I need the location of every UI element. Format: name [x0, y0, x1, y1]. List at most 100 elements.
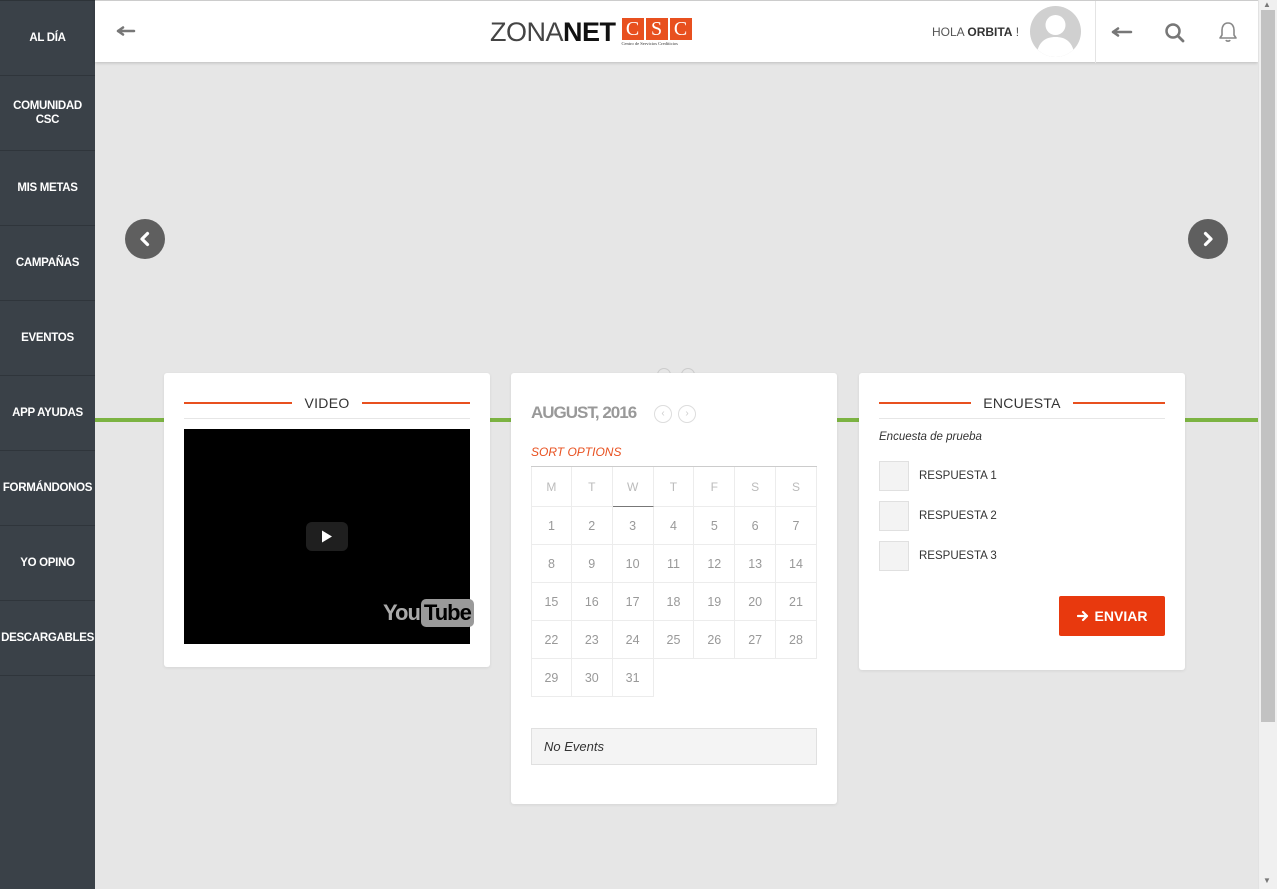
sidebar-item-yo-opino[interactable]: YO OPINO	[0, 526, 95, 601]
sidebar-item-descargables[interactable]: DESCARGABLES	[0, 601, 95, 676]
calendar-week-row: 15 16 17 18 19 20 21	[531, 583, 817, 621]
calendar-day[interactable]: 15	[531, 583, 572, 621]
calendar-day[interactable]: 17	[612, 583, 654, 621]
survey-option-1[interactable]: RESPUESTA 1	[879, 461, 997, 491]
youtube-video-player[interactable]: You Tube	[184, 429, 474, 644]
survey-option-checkbox[interactable]	[879, 501, 909, 531]
weekday-header: F	[694, 467, 736, 507]
page-scrollbar[interactable]: ▲ ▼	[1258, 0, 1277, 889]
greeting-prefix: HOLA	[932, 25, 965, 39]
youtube-logo[interactable]: You Tube	[383, 599, 474, 627]
calendar-week-row: 29 30 31	[531, 659, 817, 697]
scrollbar-thumb[interactable]	[1261, 10, 1275, 722]
calendar-day[interactable]: 4	[653, 507, 695, 545]
calendar-day[interactable]: 30	[571, 659, 613, 697]
bell-icon	[1219, 22, 1237, 42]
slider-prev-button[interactable]	[125, 219, 165, 259]
calendar-day[interactable]: 9	[571, 545, 613, 583]
sidebar-item-comunidad-csc[interactable]: COMUNIDAD CSC	[0, 76, 95, 151]
calendar-day[interactable]: 27	[735, 621, 777, 659]
calendar-empty-cell	[694, 659, 735, 697]
slider-next-button[interactable]	[1188, 219, 1228, 259]
calendar-day[interactable]: 5	[694, 507, 736, 545]
calendar-day[interactable]: 10	[612, 545, 654, 583]
submit-survey-button[interactable]: ENVIAR	[1059, 596, 1165, 636]
zonanet-logo[interactable]: ZONA NET C S C Centro de Servicios Credi…	[490, 15, 694, 49]
youtube-logo-you: You	[383, 600, 421, 625]
calendar-day[interactable]: 16	[571, 583, 613, 621]
sidebar-item-eventos[interactable]: EVENTOS	[0, 301, 95, 376]
calendar-card: AUGUST, 2016 ‹ › SORT OPTIONS M T W T F …	[511, 373, 837, 804]
calendar-day[interactable]: 26	[694, 621, 736, 659]
calendar-day[interactable]: 31	[612, 659, 654, 697]
calendar-day[interactable]: 3	[612, 507, 654, 545]
top-header: ZONA NET C S C Centro de Servicios Credi…	[95, 0, 1258, 63]
notifications-button[interactable]	[1216, 19, 1240, 45]
calendar-day[interactable]: 6	[735, 507, 777, 545]
scroll-down-icon[interactable]: ▼	[1263, 876, 1271, 885]
survey-option-checkbox[interactable]	[879, 461, 909, 491]
user-greeting: HOLA ORBITA !	[932, 25, 1019, 39]
calendar-prev-month-button[interactable]: ‹	[654, 405, 672, 423]
weekday-header: T	[653, 467, 695, 507]
calendar-day[interactable]: 8	[531, 545, 572, 583]
video-play-button[interactable]	[306, 522, 348, 551]
calendar-day[interactable]: 24	[612, 621, 654, 659]
avatar[interactable]	[1030, 6, 1081, 57]
calendar-day[interactable]: 12	[694, 545, 736, 583]
no-events-message: No Events	[531, 728, 817, 765]
sidebar-item-mis-metas[interactable]: MIS METAS	[0, 151, 95, 226]
survey-option-2[interactable]: RESPUESTA 2	[879, 501, 997, 531]
scroll-up-icon[interactable]: ▲	[1263, 0, 1271, 9]
sidebar-item-label: AL DÍA	[29, 32, 66, 44]
calendar-day[interactable]: 21	[776, 583, 817, 621]
sidebar-item-campanas[interactable]: CAMPAÑAS	[0, 226, 95, 301]
calendar-empty-cell	[735, 659, 776, 697]
calendar-day[interactable]: 25	[653, 621, 695, 659]
search-button[interactable]	[1163, 19, 1187, 45]
csc-letter: C	[669, 18, 692, 40]
arrow-right-icon	[1076, 610, 1088, 622]
calendar-day[interactable]: 13	[735, 545, 777, 583]
survey-option-checkbox[interactable]	[879, 541, 909, 571]
search-icon	[1165, 23, 1185, 43]
collapse-sidebar-button[interactable]	[115, 19, 137, 43]
chevron-left-icon: ‹	[661, 408, 665, 419]
calendar-day[interactable]: 23	[571, 621, 613, 659]
video-card-title: VIDEO	[304, 394, 350, 411]
survey-question: Encuesta de prueba	[879, 431, 982, 443]
arrow-left-icon	[116, 26, 136, 36]
calendar-day[interactable]: 2	[571, 507, 613, 545]
calendar-weekday-row: M T W T F S S	[531, 467, 817, 507]
calendar-day[interactable]: 19	[694, 583, 736, 621]
youtube-logo-tube: Tube	[420, 599, 474, 627]
sidebar-item-label: YO OPINO	[20, 557, 75, 569]
sort-options-link[interactable]: SORT OPTIONS	[531, 445, 621, 459]
submit-survey-label: ENVIAR	[1094, 608, 1148, 624]
sidebar-item-formandonos[interactable]: FORMÁNDONOS	[0, 451, 95, 526]
calendar-day[interactable]: 28	[776, 621, 817, 659]
calendar-day[interactable]: 7	[776, 507, 817, 545]
calendar-day[interactable]: 20	[735, 583, 777, 621]
calendar-day[interactable]: 11	[653, 545, 695, 583]
survey-card: ENCUESTA Encuesta de prueba RESPUESTA 1 …	[859, 373, 1185, 670]
weekday-header: S	[735, 467, 777, 507]
calendar-day[interactable]: 22	[531, 621, 572, 659]
calendar-next-month-button[interactable]: ›	[678, 405, 696, 423]
weekday-header: T	[571, 467, 613, 507]
logo-net-text: NET	[563, 17, 616, 47]
survey-option-3[interactable]: RESPUESTA 3	[879, 541, 997, 571]
chevron-left-icon	[140, 231, 150, 247]
sidebar-item-al-dia[interactable]: AL DÍA	[0, 1, 95, 76]
header-divider	[1095, 1, 1096, 63]
calendar-day[interactable]: 1	[531, 507, 572, 545]
sidebar-item-app-ayudas[interactable]: APP AYUDAS	[0, 376, 95, 451]
calendar-day[interactable]: 14	[776, 545, 817, 583]
sidebar-item-label: MIS METAS	[17, 182, 78, 194]
calendar-day[interactable]: 29	[531, 659, 572, 697]
calendar-day[interactable]: 18	[653, 583, 695, 621]
sidebar-item-label: DESCARGABLES	[1, 632, 94, 644]
survey-card-title: ENCUESTA	[983, 394, 1061, 411]
back-button[interactable]	[1110, 19, 1134, 45]
video-card: VIDEO You Tube	[164, 373, 490, 667]
